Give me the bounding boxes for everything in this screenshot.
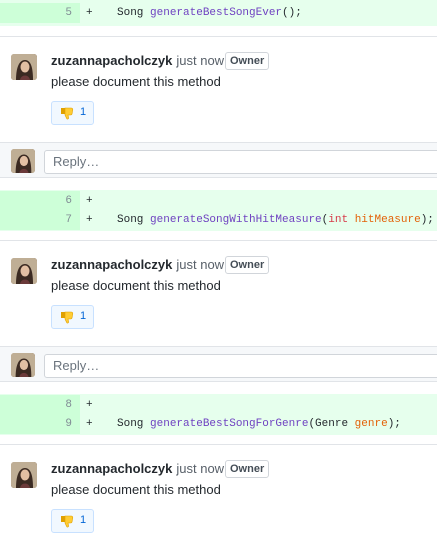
diff-line: 7 + Song generateSongWithHitMeasure(int …: [0, 210, 437, 230]
avatar: [11, 149, 35, 173]
comment: zuzannapacholczyk just now Owner please d…: [0, 36, 437, 140]
user-avatar-icon: [11, 353, 35, 377]
user-avatar-icon: [11, 149, 35, 173]
code-line: Song generateSongWithHitMeasure(int hitM…: [117, 210, 434, 230]
reply-bar: Reply…: [0, 142, 437, 178]
code-param: hitMeasure: [354, 214, 421, 226]
line-number[interactable]: 9: [0, 414, 80, 434]
code-rest: );: [387, 418, 401, 430]
comment-timestamp[interactable]: just now: [176, 53, 224, 68]
avatar[interactable]: [11, 258, 37, 284]
code-type: Song: [117, 418, 151, 430]
comment-body: please document this method: [51, 482, 221, 497]
diff-sign: +: [86, 7, 93, 19]
code-type: Song: [117, 7, 151, 19]
code-keyword: int: [328, 214, 349, 226]
diff-sign: +: [86, 195, 93, 207]
code-type: Song: [117, 214, 151, 226]
code-rest: ();: [282, 7, 302, 19]
reaction-count: 1: [80, 106, 87, 118]
code-rest: );: [420, 214, 434, 226]
diff-line: 5 + Song generateBestSongEver();: [0, 3, 437, 23]
comment: zuzannapacholczyk just now Owner please d…: [0, 240, 437, 344]
comment-author[interactable]: zuzannapacholczyk just now: [51, 461, 224, 476]
thumbs-down-icon: [61, 107, 74, 120]
line-number[interactable]: 8: [0, 395, 80, 415]
owner-badge: Owner: [225, 460, 270, 478]
owner-badge: Owner: [225, 256, 270, 274]
line-number[interactable]: 7: [0, 210, 80, 230]
code-param: genre: [354, 418, 388, 430]
comment-timestamp[interactable]: just now: [176, 257, 224, 272]
diff-line: 6 +: [0, 191, 437, 211]
code-function: generateBestSongForGenre: [150, 418, 309, 430]
user-avatar-icon: [11, 462, 37, 488]
code-function: generateSongWithHitMeasure: [150, 214, 322, 226]
code-line: Song generateBestSongEver();: [117, 3, 302, 23]
code-function: generateBestSongEver: [150, 7, 283, 19]
reply-bar: Reply…: [0, 346, 437, 382]
diff-sign: +: [86, 214, 93, 226]
diff-hunk: 5 + Song generateBestSongEver();: [0, 0, 437, 26]
comment-body: please document this method: [51, 74, 221, 89]
avatar[interactable]: [11, 462, 37, 488]
line-number[interactable]: 5: [0, 3, 80, 23]
thumbs-down-icon: [61, 515, 74, 528]
line-number[interactable]: 6: [0, 191, 80, 211]
comment-author[interactable]: zuzannapacholczyk just now: [51, 257, 224, 272]
thumbs-down-icon: [61, 311, 74, 324]
reaction-button[interactable]: 1: [51, 305, 94, 329]
comment: zuzannapacholczyk just now Owner please d…: [0, 444, 437, 544]
user-avatar-icon: [11, 54, 37, 80]
avatar[interactable]: [11, 54, 37, 80]
diff-hunk: 6 + 7 + Song generateSongWithHitMeasure(…: [0, 190, 437, 231]
diff-line: 8 +: [0, 395, 437, 415]
reaction-count: 1: [80, 310, 87, 322]
reaction-button[interactable]: 1: [51, 101, 94, 125]
diff-sign: +: [86, 399, 93, 411]
comment-body: please document this method: [51, 278, 221, 293]
comment-timestamp[interactable]: just now: [176, 461, 224, 476]
user-avatar-icon: [11, 258, 37, 284]
reaction-button[interactable]: 1: [51, 509, 94, 533]
owner-badge: Owner: [225, 52, 270, 70]
code-line: Song generateBestSongForGenre(Genre genr…: [117, 414, 401, 434]
reply-input[interactable]: Reply…: [44, 150, 437, 174]
reply-input[interactable]: Reply…: [44, 354, 437, 378]
diff-line: 9 + Song generateBestSongForGenre(Genre …: [0, 414, 437, 434]
avatar: [11, 353, 35, 377]
diff-sign: +: [86, 418, 93, 430]
reaction-count: 1: [80, 514, 87, 526]
comment-author[interactable]: zuzannapacholczyk just now: [51, 53, 224, 68]
code-paren: (Genre: [308, 418, 355, 430]
diff-hunk: 8 + 9 + Song generateBestSongForGenre(Ge…: [0, 394, 437, 435]
